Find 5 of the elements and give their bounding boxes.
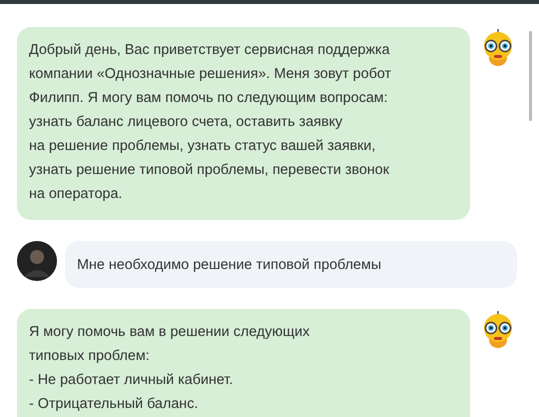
scrollbar[interactable]: [529, 31, 532, 121]
bot-message: Я могу помочь вам в решении следующих типовых проблем: - Не работает личный кабинет. - Отрицательный баланс.: [17, 309, 470, 417]
user-avatar: [17, 241, 57, 281]
bot-message: Добрый день, Вас приветствует сервисная поддержка компании «Однозначные решения». Меня зовут робот Филипп. Я могу вам помочь по следующим вопросам: узнать баланс лицевого счета, оставить заявку на решение проблемы, узнать статус вашей заявки, узнать решение типовой проблемы, перевести звонок на оператора.: [17, 27, 470, 220]
user-message: Мне необходимо решение типовой проблемы: [65, 241, 517, 288]
